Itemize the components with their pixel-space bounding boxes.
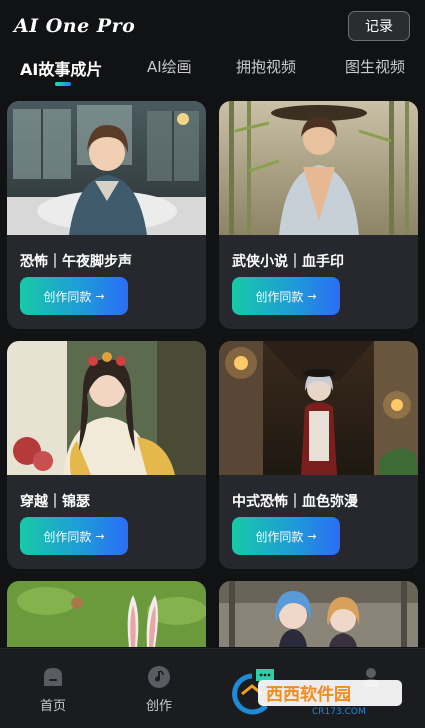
watermark-logo: 西西软件园 CR173.COM (232, 673, 402, 717)
nav-home-label: 首页 (39, 699, 66, 714)
card-image (7, 341, 206, 475)
story-card[interactable]: 穿越｜锦瑟 创作同款 → (7, 341, 206, 569)
card-image (7, 581, 206, 647)
arrow-right-icon: → (307, 289, 317, 303)
record-button[interactable]: 记录 (348, 11, 410, 41)
story-card[interactable] (219, 581, 418, 647)
card-title: 中式恐怖｜血色弥漫 (232, 494, 358, 510)
active-tab-indicator (55, 82, 71, 86)
nav-create[interactable]: 创作 (129, 649, 189, 728)
app-title: AI One Pro (14, 15, 136, 37)
story-card[interactable]: 武侠小说｜血手印 创作同款 → (219, 101, 418, 329)
card-image (219, 341, 418, 475)
create-same-button[interactable]: 创作同款 → (232, 277, 340, 315)
create-same-label: 创作同款 (43, 529, 92, 544)
tab-image-to-video[interactable]: 图生视频 (345, 56, 405, 77)
category-tabs: AI故事成片 AI绘画 拥抱视频 图生视频 (0, 56, 425, 92)
tab-ai-painting[interactable]: AI绘画 (147, 56, 192, 77)
card-title: 武侠小说｜血手印 (232, 254, 344, 270)
nav-create-label: 创作 (145, 699, 172, 714)
create-same-label: 创作同款 (255, 289, 304, 304)
create-same-button[interactable]: 创作同款 → (232, 517, 340, 555)
card-image (219, 101, 418, 235)
music-note-icon (148, 666, 170, 688)
watermark-url: CR173.COM (312, 707, 366, 716)
create-same-label: 创作同款 (43, 289, 92, 304)
home-icon (44, 668, 62, 686)
nav-home[interactable]: 首页 (23, 649, 83, 728)
tab-hug-video[interactable]: 拥抱视频 (236, 56, 296, 77)
watermark: 西西软件园 CR173.COM (222, 672, 412, 717)
arrow-right-icon: → (95, 289, 105, 303)
create-same-label: 创作同款 (255, 529, 304, 544)
card-title: 穿越｜锦瑟 (20, 494, 90, 510)
tab-ai-story[interactable]: AI故事成片 (20, 56, 102, 80)
story-card[interactable]: 恐怖｜午夜脚步声 创作同款 → (7, 101, 206, 329)
story-card[interactable] (7, 581, 206, 647)
arrow-right-icon: → (95, 529, 105, 543)
arrow-right-icon: → (307, 529, 317, 543)
create-same-button[interactable]: 创作同款 → (20, 277, 128, 315)
card-image (7, 101, 206, 235)
story-card[interactable]: 中式恐怖｜血色弥漫 创作同款 → (219, 341, 418, 569)
card-image (219, 581, 418, 647)
card-title: 恐怖｜午夜脚步声 (20, 254, 132, 270)
header: AI One Pro 记录 (0, 0, 425, 52)
watermark-brand: 西西软件园 (266, 684, 351, 705)
create-same-button[interactable]: 创作同款 → (20, 517, 128, 555)
